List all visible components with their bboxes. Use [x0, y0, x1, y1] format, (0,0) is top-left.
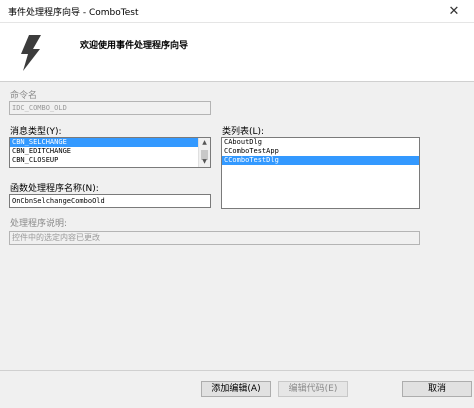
message-type-scrollbar[interactable]: ▲ ▼ [198, 138, 210, 167]
message-type-item[interactable]: CBN_SELCHANGE [10, 138, 210, 147]
wizard-banner: 欢迎使用事件处理程序向导 [0, 23, 474, 82]
message-type-listbox[interactable]: CBN_SELCHANGE CBN_EDITCHANGE CBN_CLOSEUP… [9, 137, 211, 168]
add-edit-button[interactable]: 添加编辑(A) [201, 381, 271, 397]
scroll-down-icon[interactable]: ▼ [199, 157, 210, 167]
banner-heading: 欢迎使用事件处理程序向导 [80, 41, 189, 51]
close-button[interactable]: ✕ [434, 0, 474, 22]
title-bar: 事件处理程序向导 - ComboTest ✕ [0, 0, 474, 23]
message-type-item[interactable]: CBN_CLOSEUP [10, 156, 210, 165]
message-type-item[interactable]: CBN_EDITCHANGE [10, 147, 210, 156]
class-list-item[interactable]: CComboTestDlg [222, 156, 419, 165]
class-list-item[interactable]: CComboTestApp [222, 147, 419, 156]
message-type-label: 消息类型(Y): [10, 127, 62, 137]
window-title: 事件处理程序向导 - ComboTest [8, 8, 139, 18]
command-name-label: 命令名 [10, 91, 38, 101]
command-name-field: IDC_COMBO_OLD [9, 101, 211, 115]
function-name-label: 函数处理程序名称(N): [10, 184, 99, 194]
handler-description-label: 处理程序说明: [10, 219, 68, 229]
class-list-item[interactable]: CAboutDlg [222, 138, 419, 147]
scroll-up-icon[interactable]: ▲ [199, 138, 210, 148]
class-list-label: 类列表(L): [222, 127, 265, 137]
class-listbox[interactable]: CAboutDlg CComboTestApp CComboTestDlg [221, 137, 420, 209]
edit-code-button[interactable]: 编辑代码(E) [278, 381, 348, 397]
function-name-input[interactable]: OnCbnSelchangeComboOld [9, 194, 211, 208]
lightning-icon [21, 35, 41, 71]
button-bar: 添加编辑(A) 编辑代码(E) 取消 [0, 370, 474, 408]
cancel-button[interactable]: 取消 [402, 381, 472, 397]
handler-description-field: 控件中的选定内容已更改 [9, 231, 420, 245]
